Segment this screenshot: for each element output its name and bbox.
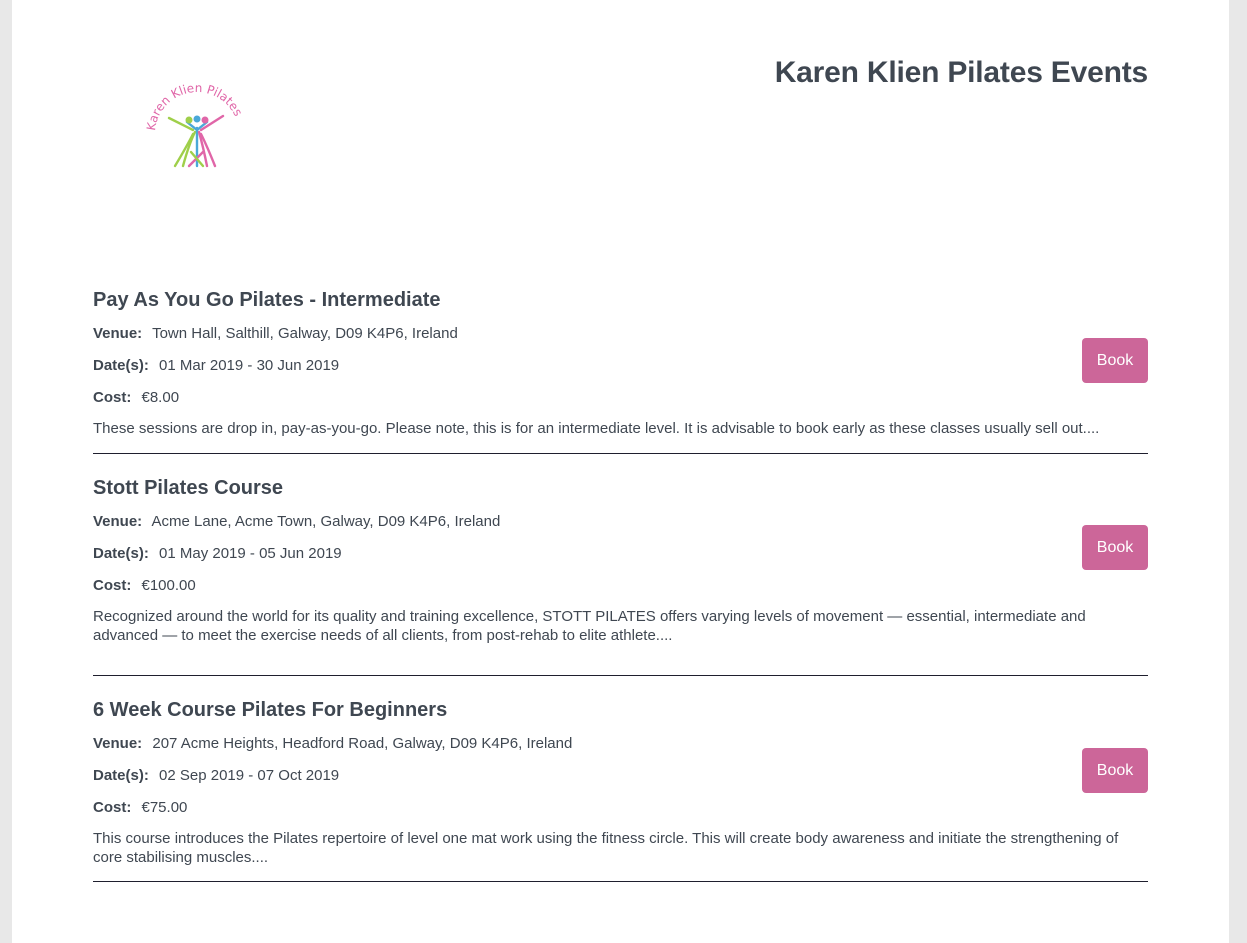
- cost-label: Cost:: [93, 389, 132, 406]
- venue-label: Venue:: [93, 325, 143, 342]
- event-item: Pay As You Go Pilates - Intermediate Ven…: [93, 282, 1148, 454]
- event-title[interactable]: 6 Week Course Pilates For Beginners: [93, 692, 1148, 728]
- cost-label: Cost:: [93, 577, 132, 594]
- event-description: This course introduces the Pilates reper…: [93, 830, 1119, 866]
- logo[interactable]: Karen Klien Pilates: [141, 81, 251, 172]
- event-title[interactable]: Pay As You Go Pilates - Intermediate: [93, 282, 1148, 318]
- dates-value: 01 Mar 2019 - 30 Jun 2019: [159, 357, 340, 374]
- event-cost: Cost: €100.00: [93, 570, 1148, 602]
- venue-label: Venue:: [93, 735, 143, 752]
- cost-label: Cost:: [93, 799, 132, 816]
- event-dates: Date(s): 01 May 2019 - 05 Jun 2019: [93, 538, 1148, 570]
- event-title[interactable]: Stott Pilates Course: [93, 470, 1148, 506]
- logo-text: Karen Klien Pilates: [144, 82, 245, 131]
- event-item: 6 Week Course Pilates For Beginners Venu…: [93, 692, 1148, 882]
- dates-label: Date(s):: [93, 767, 149, 784]
- book-button[interactable]: Book: [1082, 525, 1148, 570]
- venue-value: Acme Lane, Acme Town, Galway, D09 K4P6, …: [151, 513, 501, 530]
- event-venue: Venue: Acme Lane, Acme Town, Galway, D09…: [93, 506, 1148, 538]
- event-description: These sessions are drop in, pay-as-you-g…: [93, 420, 1100, 437]
- dates-label: Date(s):: [93, 545, 149, 562]
- logo-image: Karen Klien Pilates: [144, 81, 245, 168]
- venue-label: Venue:: [93, 513, 143, 530]
- event-description: Recognized around the world for its qual…: [93, 608, 1086, 644]
- page-title: Karen Klien Pilates Events: [774, 56, 1148, 89]
- event-venue: Venue: Town Hall, Salthill, Galway, D09 …: [93, 318, 1148, 350]
- venue-value: Town Hall, Salthill, Galway, D09 K4P6, I…: [152, 325, 458, 342]
- cost-value: €100.00: [141, 577, 196, 594]
- dates-label: Date(s):: [93, 357, 149, 374]
- book-button[interactable]: Book: [1082, 748, 1148, 793]
- header: Karen Klien Pilates Karen Klien Pilates …: [93, 0, 1148, 260]
- cost-value: €75.00: [141, 799, 188, 816]
- page: Karen Klien Pilates Karen Klien Pilates …: [12, 0, 1229, 943]
- dates-value: 02 Sep 2019 - 07 Oct 2019: [159, 767, 340, 784]
- event-item: Stott Pilates Course Venue: Acme Lane, A…: [93, 470, 1148, 676]
- event-dates: Date(s): 02 Sep 2019 - 07 Oct 2019: [93, 760, 1148, 792]
- event-cost: Cost: €8.00: [93, 382, 1148, 414]
- book-button[interactable]: Book: [1082, 338, 1148, 383]
- event-list: Pay As You Go Pilates - Intermediate Ven…: [93, 282, 1148, 882]
- event-cost: Cost: €75.00: [93, 792, 1148, 824]
- event-dates: Date(s): 01 Mar 2019 - 30 Jun 2019: [93, 350, 1148, 382]
- event-venue: Venue: 207 Acme Heights, Headford Road, …: [93, 728, 1148, 760]
- dates-value: 01 May 2019 - 05 Jun 2019: [159, 545, 342, 562]
- cost-value: €8.00: [141, 389, 180, 406]
- venue-value: 207 Acme Heights, Headford Road, Galway,…: [152, 735, 573, 752]
